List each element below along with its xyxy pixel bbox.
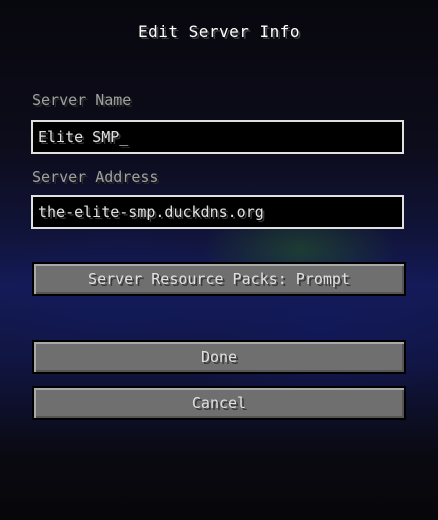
server-name-label: Server Name — [32, 91, 132, 109]
server-name-field[interactable]: Elite SMP_ — [31, 120, 404, 154]
server-address-label: Server Address — [32, 168, 159, 186]
background-dim-overlay — [0, 0, 438, 520]
done-button[interactable]: Done — [32, 340, 406, 374]
screen-title: Edit Server Info — [137, 22, 301, 41]
server-name-value: Elite SMP — [38, 128, 120, 146]
cancel-button[interactable]: Cancel — [32, 386, 406, 420]
resource-packs-button[interactable]: Server Resource Packs: Prompt — [32, 262, 406, 296]
text-caret: _ — [119, 128, 129, 146]
server-address-field[interactable]: the-elite-smp.duckdns.org — [31, 195, 404, 229]
server-address-value: the-elite-smp.duckdns.org — [38, 203, 264, 221]
